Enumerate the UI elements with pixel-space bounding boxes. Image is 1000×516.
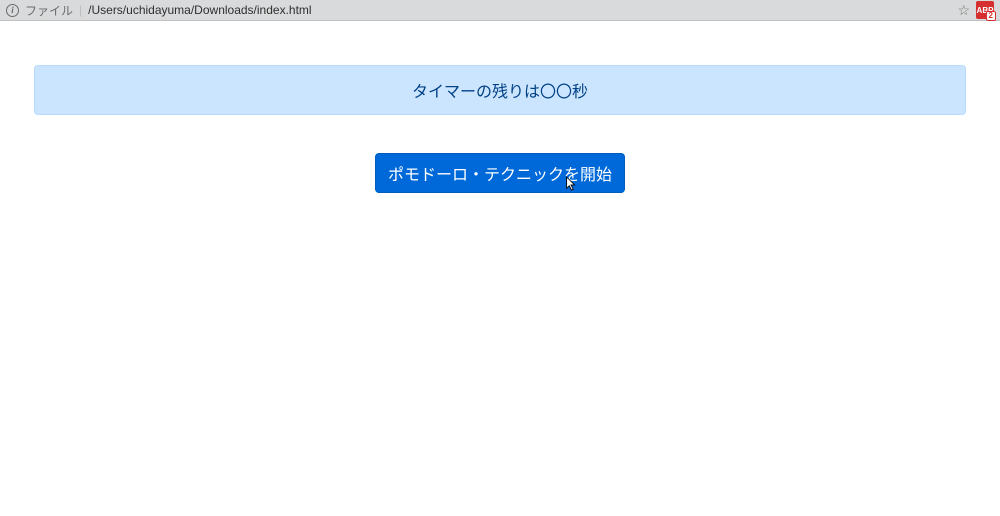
extension-count: 2 [986,11,996,21]
start-button[interactable]: ポモドーロ・テクニックを開始 [375,153,625,193]
info-icon[interactable]: i [6,4,19,17]
url-path: /Users/uchidayuma/Downloads/index.html [88,3,311,17]
timer-alert: タイマーの残りは〇〇秒 [34,65,966,115]
extension-badge[interactable]: ABP 2 [976,1,994,19]
browser-address-bar[interactable]: i ファイル | /Users/uchidayuma/Downloads/ind… [0,0,1000,21]
page-content: タイマーの残りは〇〇秒 ポモドーロ・テクニックを開始 [0,21,1000,193]
url-scheme-label: ファイル [25,2,73,19]
url-separator: | [79,3,82,17]
button-row: ポモドーロ・テクニックを開始 [34,153,966,193]
bookmark-star-icon[interactable]: ☆ [957,2,970,19]
